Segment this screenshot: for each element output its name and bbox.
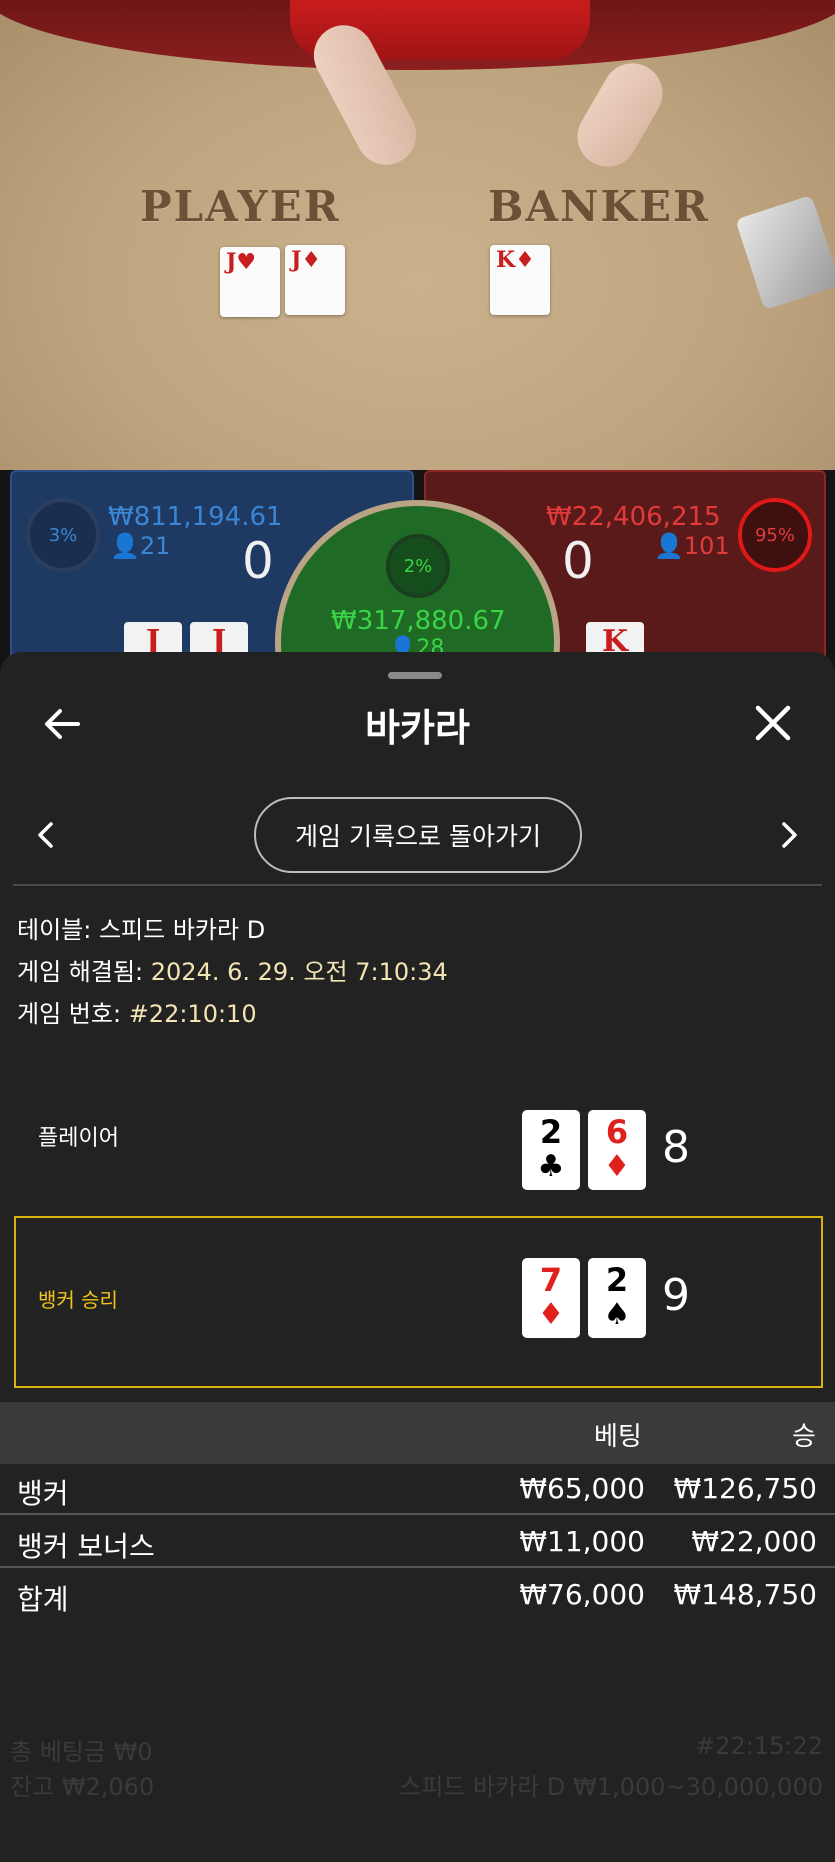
game-number: #22:10:10 — [128, 1000, 257, 1028]
resolved-info: 게임 해결됨: 2024. 6. 29. 오전 7:10:34 — [17, 958, 448, 986]
table-row: 뱅커 보너스 ₩11,000 ₩22,000 — [17, 1525, 817, 1563]
dealer-arm-right — [566, 52, 674, 178]
player-result-card-1: 2 ♣ — [522, 1110, 580, 1190]
person-icon: 👤 — [110, 532, 140, 560]
banker-score: 0 — [562, 532, 594, 590]
table-banker-card-1: K♦ — [490, 245, 550, 315]
player-result-row: 플레이어 2 ♣ 6 ♦ 8 — [14, 1064, 823, 1236]
table-player-card-1: J♥ — [220, 247, 280, 317]
player-row-score: 8 — [662, 1122, 690, 1173]
banker-count: 👤101 — [654, 532, 730, 560]
person-icon: 👤 — [654, 532, 684, 560]
resolved-datetime: 2024. 6. 29. 오전 7:10:34 — [150, 958, 448, 986]
faded-balance: 잔고 ₩2,060 — [10, 1773, 155, 1801]
header-divider — [13, 884, 822, 886]
player-row-label: 플레이어 — [38, 1126, 119, 1151]
bet-column-header: 베팅 — [594, 1422, 642, 1452]
sheet-title: 바카라 — [365, 706, 470, 750]
back-to-history-button[interactable]: 게임 기록으로 돌아가기 — [254, 797, 582, 873]
player-percent-ring: 3% — [26, 498, 100, 572]
banker-percent-ring: 95% — [738, 498, 812, 572]
game-history-sheet: 바카라 게임 기록으로 돌아가기 테이블: 스피드 바카라 D 게임 해결됨: … — [0, 652, 835, 1862]
banker-result-card-2: 2 ♠ — [588, 1258, 646, 1338]
table-row-total: 합계 ₩76,000 ₩148,750 — [17, 1578, 817, 1616]
table-player-card-2: J♦ — [285, 245, 345, 315]
card-shoe — [735, 194, 835, 311]
player-total-amount: ₩811,194.61 — [108, 502, 283, 532]
win-column-header: 승 — [792, 1422, 816, 1452]
banker-result-row: 뱅커 승리 7 ♦ 2 ♠ 9 — [14, 1216, 823, 1388]
felt-player-label: PLAYER — [140, 182, 341, 231]
felt-banker-label: BANKER — [488, 182, 710, 231]
next-game-chevron-icon[interactable] — [776, 815, 802, 855]
tie-percent-ring: 2% — [386, 534, 450, 598]
table-info: 테이블: 스피드 바카라 D — [17, 916, 266, 944]
banker-row-score: 9 — [662, 1270, 690, 1321]
bet-table-header: 베팅 승 — [0, 1402, 835, 1464]
player-count: 👤21 — [110, 532, 171, 560]
player-score: 0 — [242, 532, 274, 590]
live-table-video: PLAYER BANKER J♥ J♦ K♦ — [0, 0, 835, 470]
banker-result-card-1: 7 ♦ — [522, 1258, 580, 1338]
row-divider — [0, 1513, 835, 1515]
row-divider — [0, 1566, 835, 1568]
previous-game-chevron-icon[interactable] — [32, 815, 58, 855]
faded-table-limits: 스피드 바카라 D ₩1,000~30,000,000 — [399, 1773, 823, 1801]
banker-win-label: 뱅커 승리 — [38, 1288, 118, 1312]
table-row: 뱅커 ₩65,000 ₩126,750 — [17, 1472, 817, 1510]
sheet-drag-handle[interactable] — [388, 672, 442, 679]
tie-total-amount: ₩317,880.67 — [331, 606, 506, 636]
faded-game-number: #22:15:22 — [695, 1732, 823, 1760]
faded-total-bet: 총 베팅금 ₩0 — [10, 1738, 153, 1766]
game-number-info: 게임 번호: #22:10:10 — [17, 1000, 257, 1028]
player-result-card-2: 6 ♦ — [588, 1110, 646, 1190]
close-icon[interactable] — [752, 702, 794, 744]
table-name: 스피드 바카라 D — [98, 916, 266, 944]
banker-total-amount: ₩22,406,215 — [546, 502, 721, 532]
